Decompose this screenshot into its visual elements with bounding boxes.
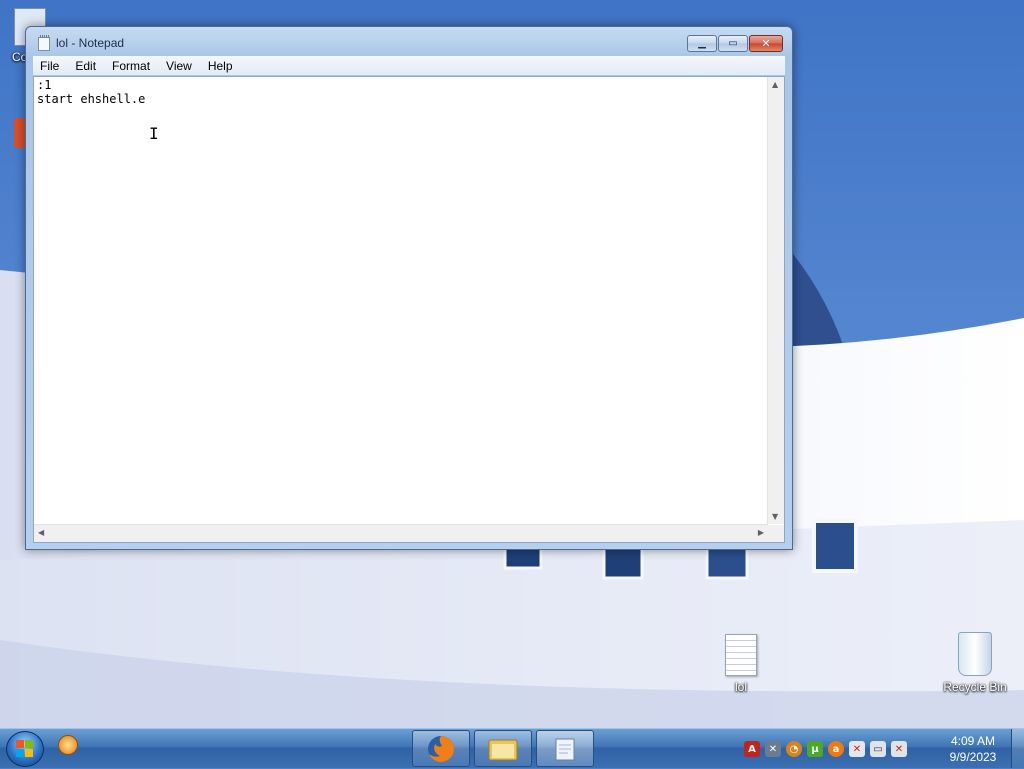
tools-icon[interactable]: ✕	[765, 741, 781, 757]
lol-file-label: lol	[734, 680, 747, 694]
scrollbar-corner	[767, 525, 784, 542]
show-desktop-button[interactable]	[1011, 729, 1024, 768]
taskbar-notepad-button[interactable]	[536, 730, 594, 767]
maximize-icon: ▭	[728, 37, 738, 49]
scroll-left-arrow-icon[interactable]: ◀	[38, 528, 44, 537]
start-button[interactable]	[6, 731, 44, 767]
window-titlebar[interactable]: lol - Notepad ▁ ▭ ✕	[26, 27, 792, 59]
text-editor-area[interactable]: :1 start ehshell.e ▲ ▼ ◀ ▶	[33, 76, 785, 543]
lol-file-desktop-icon[interactable]: lol	[706, 634, 776, 694]
recycle-bin-icon	[958, 632, 992, 676]
scroll-up-arrow-icon[interactable]: ▲	[772, 80, 778, 89]
utorrent-icon[interactable]: µ	[807, 741, 823, 757]
notepad-window[interactable]: lol - Notepad ▁ ▭ ✕ File Edit Format Vie…	[25, 26, 793, 550]
taskbar: A ✕ ◔ µ a ✕ ▭ ✕ 4:09 AM 9/9/2023	[0, 728, 1024, 768]
firefox-icon	[428, 735, 454, 762]
quick-launch-app-button[interactable]	[58, 735, 78, 755]
notepad-app-icon[interactable]	[38, 35, 50, 51]
menu-format[interactable]: Format	[104, 59, 158, 73]
menu-edit[interactable]: Edit	[67, 59, 104, 73]
acrobat-icon[interactable]: A	[744, 741, 760, 757]
avast-icon[interactable]: a	[828, 741, 844, 757]
maximize-button[interactable]: ▭	[718, 35, 748, 52]
volume-muted-icon[interactable]: ✕	[891, 741, 907, 757]
explorer-folder-icon	[488, 739, 518, 760]
menu-view[interactable]: View	[158, 59, 200, 73]
scroll-right-arrow-icon[interactable]: ▶	[758, 528, 764, 537]
taskbar-firefox-button[interactable]	[412, 730, 470, 767]
system-clock[interactable]: 4:09 AM 9/9/2023	[940, 733, 1006, 765]
menu-file[interactable]: File	[33, 59, 67, 73]
window-title: lol - Notepad	[56, 36, 125, 50]
system-tray: A ✕ ◔ µ a ✕ ▭ ✕	[744, 729, 907, 769]
text-document-icon	[725, 634, 757, 676]
windows-logo-icon	[16, 740, 33, 757]
scroll-down-arrow-icon[interactable]: ▼	[772, 512, 778, 521]
notepad-icon	[555, 738, 575, 760]
close-icon: ✕	[761, 36, 771, 50]
clock-time: 4:09 AM	[950, 734, 996, 748]
taskbar-explorer-button[interactable]	[474, 730, 532, 767]
vertical-scrollbar[interactable]: ▲ ▼	[767, 77, 784, 524]
recycle-bin-desktop-icon[interactable]: Recycle Bin	[940, 632, 1010, 694]
recycle-bin-label: Recycle Bin	[943, 680, 1007, 694]
close-button[interactable]: ✕	[749, 35, 783, 52]
search-icon[interactable]: ◔	[786, 741, 802, 757]
minimize-icon: ▁	[698, 37, 706, 49]
menu-help[interactable]: Help	[200, 59, 241, 73]
menu-bar: File Edit Format View Help	[33, 56, 785, 75]
flag-icon[interactable]: ✕	[849, 741, 865, 757]
text-cursor-ibeam-icon: I	[149, 124, 159, 143]
editor-text[interactable]: :1 start ehshell.e	[37, 78, 145, 106]
horizontal-scrollbar[interactable]: ◀ ▶	[34, 524, 768, 542]
network-icon[interactable]: ▭	[870, 741, 886, 757]
clock-date: 9/9/2023	[949, 750, 997, 764]
minimize-button[interactable]: ▁	[687, 35, 717, 52]
